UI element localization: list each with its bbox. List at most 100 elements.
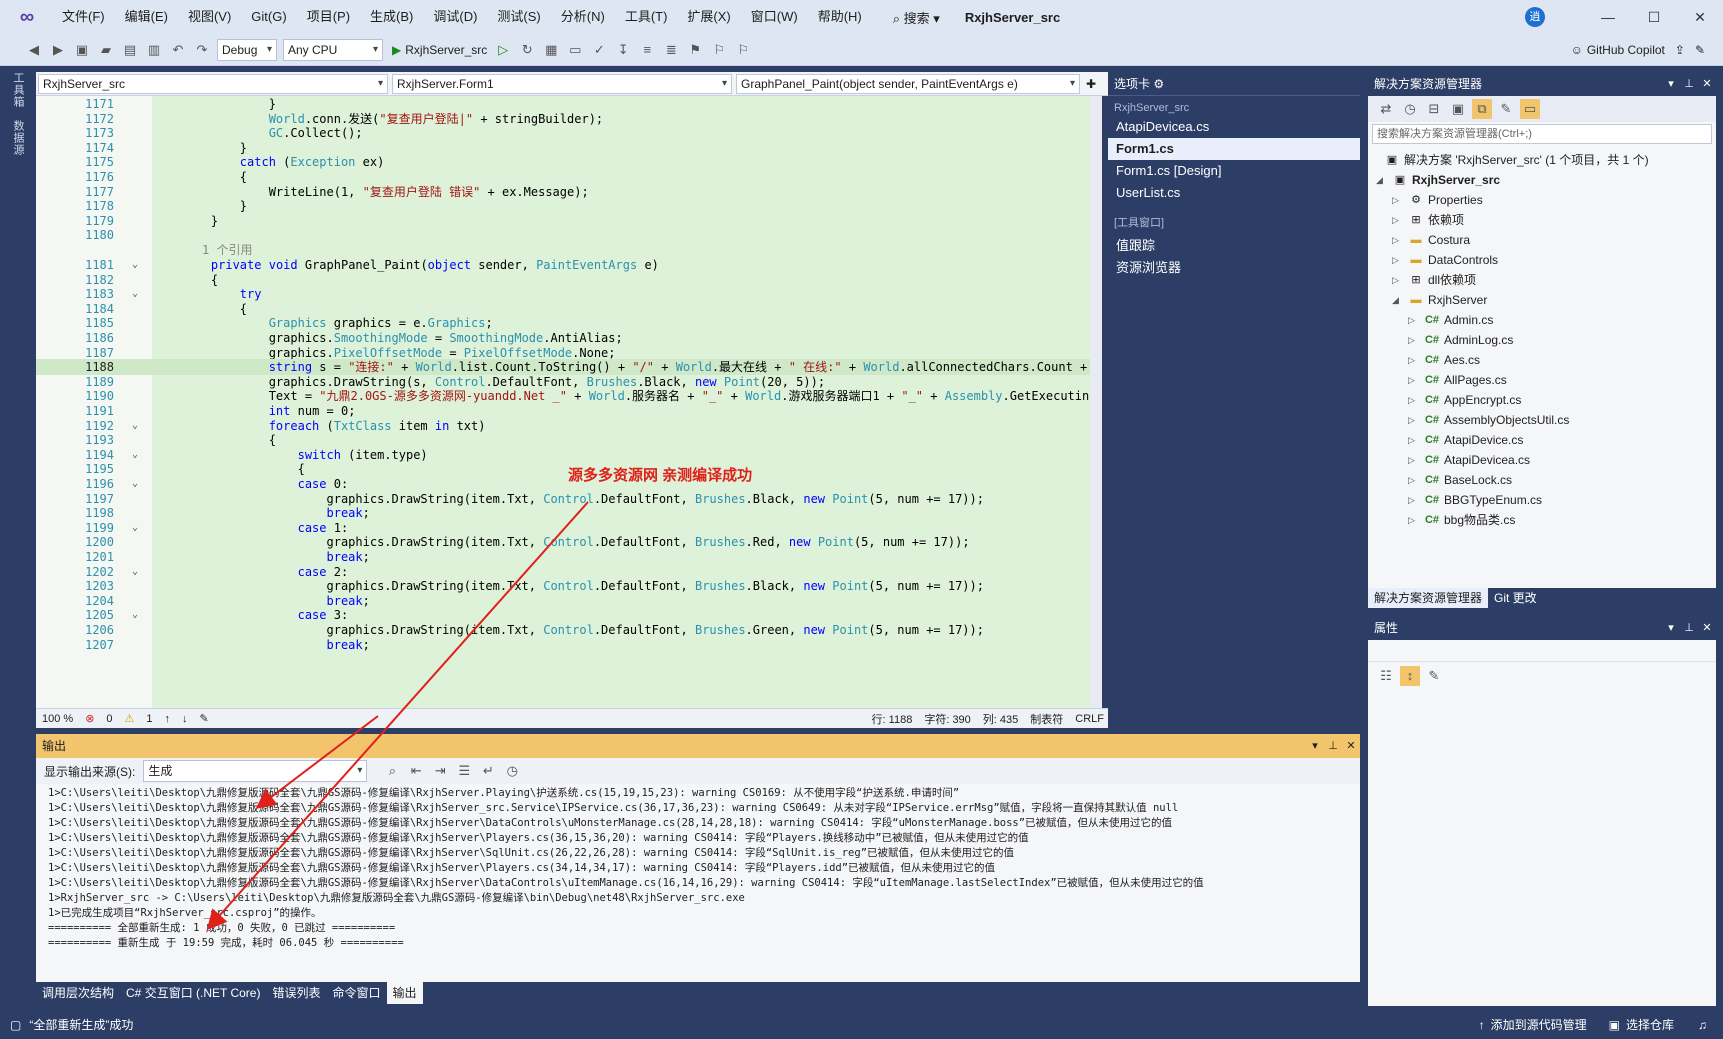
tab-solution-explorer[interactable]: 解决方案资源管理器 (1368, 588, 1489, 608)
spell-check-icon[interactable]: ✓ (589, 40, 609, 60)
fold-chevron-icon[interactable]: ⌄ (132, 418, 144, 434)
pin-icon[interactable]: ⊥ (1324, 734, 1342, 758)
run-target-label[interactable]: RxjhServer_src (405, 43, 487, 57)
expand-arrow-icon[interactable]: ▷ (1408, 430, 1420, 450)
code-line[interactable]: 1184 { (36, 301, 1098, 317)
platform-select[interactable]: Any CPU (283, 38, 383, 61)
menu-item[interactable]: Git(G) (241, 0, 296, 34)
dropdown-icon[interactable]: ▾ (1306, 734, 1324, 758)
code-line[interactable]: 1189 graphics.DrawString(s, Control.Defa… (36, 374, 1098, 390)
tree-file[interactable]: ▷ C# BaseLock.cs (1368, 470, 1704, 490)
pin-icon[interactable]: ⊥ (1680, 72, 1698, 96)
code-line[interactable]: 1206 graphics.DrawString(item.Txt, Contr… (36, 622, 1098, 638)
tree-file[interactable]: ▷ C# AllPages.cs (1368, 370, 1704, 390)
menu-item[interactable]: 分析(N) (551, 0, 615, 34)
timestamp-icon[interactable]: ◷ (502, 761, 522, 781)
save-all-icon[interactable]: ▥ (144, 40, 164, 60)
code-line[interactable]: 1207 break; (36, 637, 1098, 653)
new-item-icon[interactable]: ▣ (72, 40, 92, 60)
code-reference-hint[interactable]: 1 个引用 (36, 242, 1098, 258)
expand-arrow-icon[interactable]: ▷ (1392, 230, 1404, 250)
minimize-icon[interactable]: — (1585, 9, 1631, 25)
dropdown-icon[interactable]: ▾ (1662, 72, 1680, 96)
code-line[interactable]: 1178 } (36, 198, 1098, 214)
code-line[interactable]: 1203 graphics.DrawString(item.Txt, Contr… (36, 578, 1098, 594)
code-line[interactable]: 1181 ⌄ private void GraphPanel_Paint(obje… (36, 257, 1098, 273)
toolbox-item[interactable]: 值跟踪 (1108, 232, 1360, 254)
code-line[interactable]: 1194 ⌄ switch (item.type) (36, 447, 1098, 463)
menu-item[interactable]: 测试(S) (487, 0, 550, 34)
toolbox-item[interactable]: Form1.cs [Design] (1108, 160, 1360, 182)
expand-arrow-icon[interactable]: ▷ (1408, 390, 1420, 410)
project-dropdown[interactable]: RxjhServer_src (38, 73, 388, 94)
code-line[interactable]: 1180 (36, 227, 1098, 243)
user-avatar[interactable]: 逍 (1525, 7, 1545, 27)
dropdown-icon[interactable]: ▾ (1662, 616, 1680, 640)
search-box[interactable]: ⌕ 搜索 ▾ (882, 7, 951, 28)
menu-item[interactable]: 生成(B) (360, 0, 423, 34)
toolbox-item[interactable]: Form1.cs (1108, 138, 1360, 160)
github-copilot-button[interactable]: ☺ GitHub Copilot ⇪ ✎ (1571, 43, 1705, 57)
tree-file[interactable]: ▷ C# AppEncrypt.cs (1368, 390, 1704, 410)
code-line[interactable]: 1176 { (36, 169, 1098, 185)
run-without-debug-icon[interactable]: ▷ (493, 40, 513, 60)
tree-node[interactable]: ▷ ⊞ 依赖项 (1368, 210, 1704, 230)
next-bookmark-icon[interactable]: ⚐ (733, 40, 753, 60)
code-line[interactable]: 1205 ⌄ case 3: (36, 607, 1098, 623)
word-wrap-icon[interactable]: ↵ (478, 761, 498, 781)
split-editor-icon[interactable]: ✚ (1086, 77, 1096, 91)
expand-arrow-icon[interactable]: ▷ (1408, 310, 1420, 330)
comment-icon[interactable]: ≡ (637, 40, 657, 60)
expand-arrow-icon[interactable]: ▷ (1392, 190, 1404, 210)
fold-chevron-icon[interactable]: ⌄ (132, 476, 144, 492)
tree-file[interactable]: ▷ C# AtapiDevicea.cs (1368, 450, 1704, 470)
char-indicator[interactable]: 字符: 390 (924, 711, 970, 727)
code-line[interactable]: 1195 { (36, 461, 1098, 477)
next-message-icon[interactable]: ⇥ (430, 761, 450, 781)
member-dropdown[interactable]: GraphPanel_Paint(object sender, PaintEve… (736, 73, 1080, 94)
code-line[interactable]: 1186 graphics.SmoothingMode = SmoothingM… (36, 330, 1098, 346)
code-line[interactable]: 1202 ⌄ case 2: (36, 564, 1098, 580)
add-to-source-control[interactable]: 添加到源代码管理 (1491, 1016, 1587, 1033)
bottom-tab[interactable]: 命令窗口 (327, 982, 387, 1004)
toolbox-item[interactable]: UserList.cs (1108, 182, 1360, 204)
code-line[interactable]: 1188 string s = "连接:" + World.list.Count… (36, 359, 1098, 376)
close-panel-icon[interactable]: ✕ (1698, 616, 1716, 640)
expand-arrow-icon[interactable]: ▷ (1408, 330, 1420, 350)
expand-arrow-icon[interactable]: ▷ (1408, 350, 1420, 370)
indent-indicator[interactable]: 制表符 (1030, 711, 1063, 727)
maximize-icon[interactable]: ☐ (1631, 9, 1677, 26)
tree-file[interactable]: ▷ C# BdAtapiDevice.cs (1368, 530, 1704, 534)
toolbox-icon[interactable]: ▦ (541, 40, 561, 60)
alphabetical-icon[interactable]: ↕ (1400, 666, 1420, 686)
tree-node[interactable]: ▷ ▬ Costura (1368, 230, 1704, 250)
code-line[interactable]: 1196 ⌄ case 0: (36, 476, 1098, 492)
code-line[interactable]: 1190 Text = "九鼎2.0GS-源多多资源网-yuandd.Net _… (36, 388, 1098, 404)
select-repository[interactable]: 选择仓库 (1626, 1016, 1674, 1033)
tab-git-changes[interactable]: Git 更改 (1488, 588, 1543, 608)
code-line[interactable]: 1177 WriteLine(1, "复查用户登陆 错误" + ex.Messa… (36, 184, 1098, 200)
code-line[interactable]: 1183 ⌄ try (36, 286, 1098, 302)
class-dropdown[interactable]: RxjhServer.Form1 (392, 73, 732, 94)
tree-file[interactable]: ▷ C# AdminLog.cs (1368, 330, 1704, 350)
prev-message-icon[interactable]: ⇤ (406, 761, 426, 781)
toolbox-item[interactable]: 资源浏览器 (1108, 254, 1360, 276)
error-count[interactable]: 0 (106, 713, 112, 725)
tree-project[interactable]: ◢ ▣ RxjhServer_src (1368, 170, 1704, 190)
uncomment-icon[interactable]: ≣ (661, 40, 681, 60)
feedback-icon[interactable]: ✎ (1695, 43, 1705, 57)
tree-file[interactable]: ▷ C# BBGTypeEnum.cs (1368, 490, 1704, 510)
editor-vertical-scrollbar[interactable] (1090, 96, 1102, 708)
collapse-icon[interactable]: ⊟ (1424, 99, 1444, 119)
bottom-tab[interactable]: 输出 (386, 982, 423, 1004)
open-folder-icon[interactable]: ▰ (96, 40, 116, 60)
code-line[interactable]: 1197 graphics.DrawString(item.Txt, Contr… (36, 491, 1098, 507)
configuration-select[interactable]: Debug (217, 38, 277, 61)
datasource-tab[interactable]: 数据源 (12, 120, 26, 156)
fold-chevron-icon[interactable]: ⌄ (132, 447, 144, 463)
expand-arrow-icon[interactable]: ▷ (1392, 250, 1404, 270)
clear-all-icon[interactable]: ☰ (454, 761, 474, 781)
undo-icon[interactable]: ↶ (168, 40, 188, 60)
tree-file[interactable]: ▷ C# Aes.cs (1368, 350, 1704, 370)
hot-reload-icon[interactable]: ↻ (517, 40, 537, 60)
